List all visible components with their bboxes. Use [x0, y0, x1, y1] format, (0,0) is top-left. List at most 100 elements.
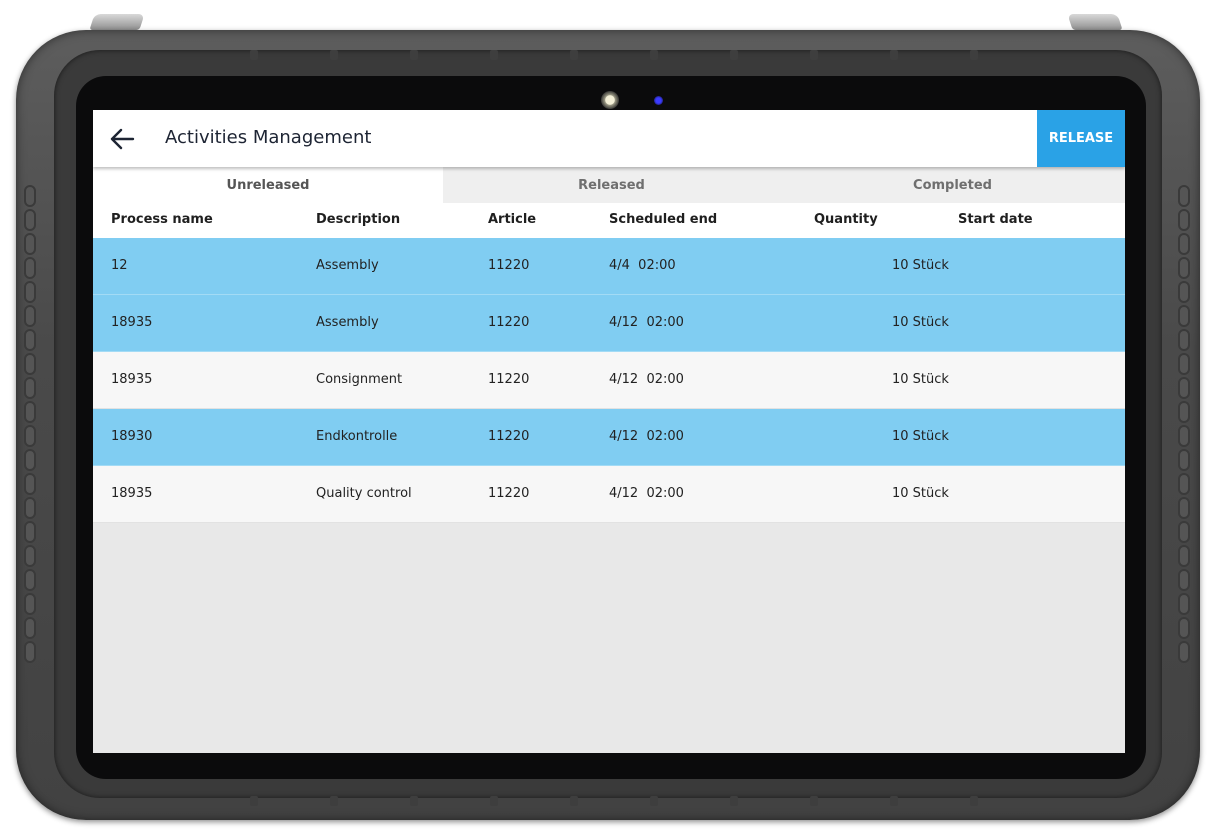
cell-article: 11220: [488, 315, 530, 330]
cell-quantity: 10 Stück: [892, 372, 949, 387]
strap-lug-left: [89, 14, 145, 30]
bumper-ridge: [1178, 641, 1190, 663]
bumper-notch: [250, 50, 258, 60]
bumper-ridge: [1178, 353, 1190, 375]
cell-article: 11220: [488, 429, 530, 444]
table-header: Process name Description Article Schedul…: [93, 203, 1125, 238]
bumper-ridge: [24, 209, 36, 231]
bumper-notch: [570, 50, 578, 60]
bumper-ridge: [1178, 497, 1190, 519]
column-header-scheduled-end[interactable]: Scheduled end: [609, 212, 717, 227]
bumper-ridge: [24, 449, 36, 471]
bumper-notch: [650, 796, 658, 806]
bumper-ridge: [24, 497, 36, 519]
bumper-notch: [730, 50, 738, 60]
bumper-ridge: [1178, 545, 1190, 567]
cell-description: Quality control: [316, 486, 412, 501]
tab-bar: Unreleased Released Completed: [93, 167, 1125, 203]
cell-scheduled-end: 4/12 02:00: [609, 372, 684, 387]
bumper-notch: [730, 796, 738, 806]
cell-article: 11220: [488, 372, 530, 387]
table-row[interactable]: 12 Assembly 11220 4/4 02:00 10 Stück: [93, 238, 1125, 295]
bumper-ridge: [24, 401, 36, 423]
bumper-ridge: [24, 185, 36, 207]
tab-released[interactable]: Released: [443, 167, 780, 203]
column-header-start-date[interactable]: Start date: [958, 212, 1033, 227]
app-bar: Activities Management RELEASE: [93, 110, 1125, 167]
bumper-ridge: [1178, 281, 1190, 303]
bumper-ridge: [1178, 209, 1190, 231]
bumper-ridge: [1178, 617, 1190, 639]
bumper-ridge: [1178, 233, 1190, 255]
arrow-left-icon: [110, 128, 135, 150]
bumper-notch: [330, 796, 338, 806]
bumper-ridge: [1178, 473, 1190, 495]
tab-unreleased[interactable]: Unreleased: [93, 167, 443, 203]
bumper-ridge: [24, 521, 36, 543]
bumper-ridge: [24, 617, 36, 639]
bumper-ridge: [24, 569, 36, 591]
column-header-article[interactable]: Article: [488, 212, 536, 227]
back-button[interactable]: [105, 122, 139, 156]
bumper-ridge: [1178, 593, 1190, 615]
bumper-ridge: [1178, 449, 1190, 471]
bumper-ridge: [1178, 185, 1190, 207]
cell-scheduled-end: 4/12 02:00: [609, 315, 684, 330]
cell-process-name: 18930: [111, 429, 153, 444]
table-row[interactable]: 18930 Endkontrolle 11220 4/12 02:00 10 S…: [93, 409, 1125, 466]
bumper-notch: [970, 50, 978, 60]
cell-description: Endkontrolle: [316, 429, 398, 444]
bumper-ridge: [24, 641, 36, 663]
cell-process-name: 18935: [111, 486, 153, 501]
bumper-ridge: [1178, 329, 1190, 351]
column-header-quantity[interactable]: Quantity: [814, 212, 878, 227]
bumper-notch: [890, 796, 898, 806]
bumper-notch: [330, 50, 338, 60]
cell-article: 11220: [488, 486, 530, 501]
column-header-description[interactable]: Description: [316, 212, 400, 227]
bumper-notch: [570, 796, 578, 806]
bumper-ridge: [1178, 257, 1190, 279]
bumper-ridge: [24, 377, 36, 399]
bumper-ridge: [1178, 377, 1190, 399]
cell-process-name: 12: [111, 258, 128, 273]
cell-scheduled-end: 4/12 02:00: [609, 486, 684, 501]
cell-process-name: 18935: [111, 315, 153, 330]
cell-quantity: 10 Stück: [892, 315, 949, 330]
bumper-notch: [650, 50, 658, 60]
bumper-ridge: [24, 545, 36, 567]
bumper-ridge: [24, 329, 36, 351]
bumper-ridge: [24, 281, 36, 303]
tab-completed[interactable]: Completed: [780, 167, 1125, 203]
release-button[interactable]: RELEASE: [1037, 110, 1125, 167]
bumper-ridge: [24, 353, 36, 375]
bumper-ridge: [24, 233, 36, 255]
table-body: 12 Assembly 11220 4/4 02:00 10 Stück 189…: [93, 238, 1125, 523]
cell-process-name: 18935: [111, 372, 153, 387]
bumper-notch: [490, 50, 498, 60]
bumper-ridge: [1178, 305, 1190, 327]
cell-scheduled-end: 4/4 02:00: [609, 258, 676, 273]
bumper-notch: [410, 50, 418, 60]
cell-description: Assembly: [316, 258, 379, 273]
bumper-notch: [250, 796, 258, 806]
bumper-notch: [890, 50, 898, 60]
bumper-notch: [970, 796, 978, 806]
bumper-notch: [410, 796, 418, 806]
bumper-ridge: [1178, 401, 1190, 423]
bumper-ridge: [24, 305, 36, 327]
bumper-ridge: [24, 593, 36, 615]
cell-quantity: 10 Stück: [892, 429, 949, 444]
table-row[interactable]: 18935 Assembly 11220 4/12 02:00 10 Stück: [93, 295, 1125, 352]
bumper-notch: [490, 796, 498, 806]
bumper-ridge: [24, 257, 36, 279]
table-row[interactable]: 18935 Consignment 11220 4/12 02:00 10 St…: [93, 352, 1125, 409]
bumper-ridge: [1178, 569, 1190, 591]
table-row[interactable]: 18935 Quality control 11220 4/12 02:00 1…: [93, 466, 1125, 523]
app-screen: Activities Management RELEASE Unreleased…: [93, 110, 1125, 753]
camera-icon: [601, 91, 619, 109]
bumper-notch: [810, 796, 818, 806]
column-header-process-name[interactable]: Process name: [111, 212, 213, 227]
bumper-notch: [810, 50, 818, 60]
page-title: Activities Management: [165, 127, 372, 148]
